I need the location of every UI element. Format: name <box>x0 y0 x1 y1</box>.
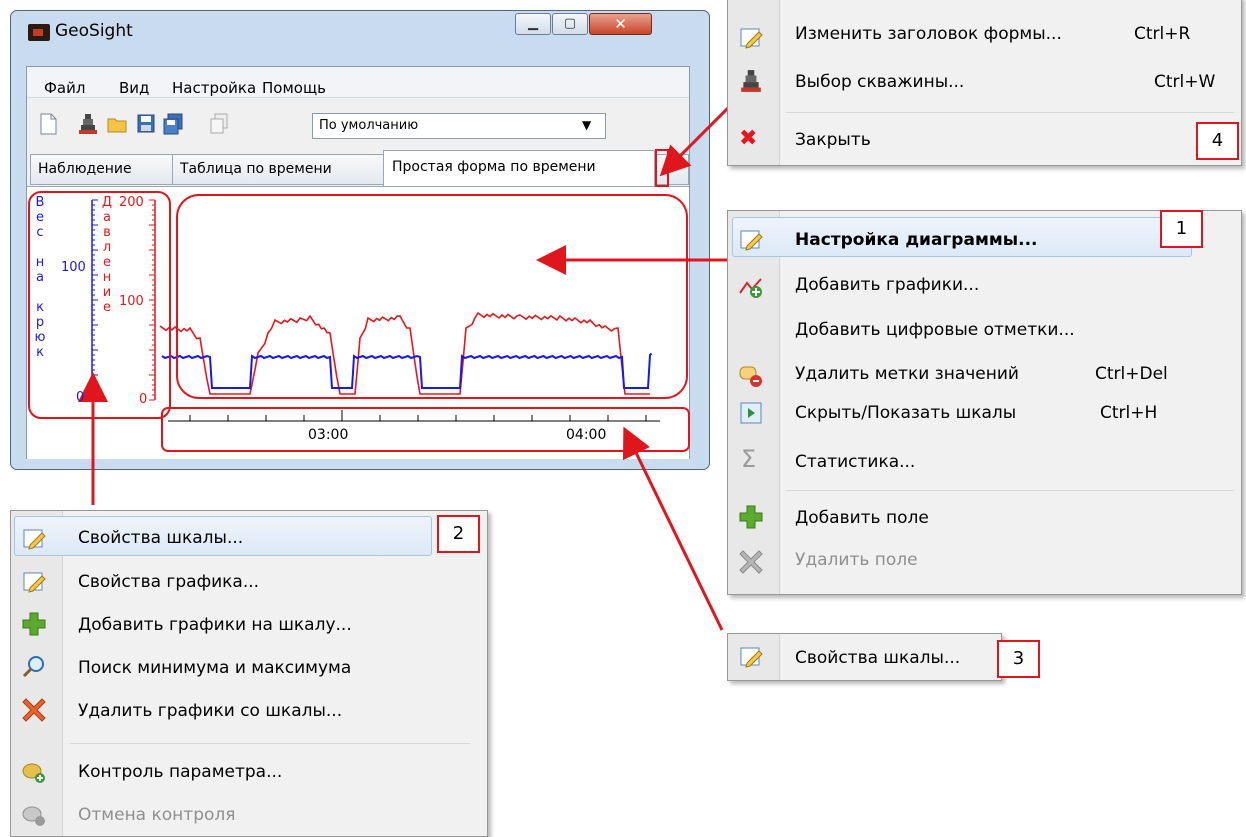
add-graphs-to-scale-icon <box>22 612 46 636</box>
pressure-series-line <box>159 311 650 395</box>
find-min-max-icon <box>22 656 44 678</box>
menu4-separator <box>786 112 1234 113</box>
callout-badge-3: 3 <box>997 640 1040 678</box>
scale-properties-icon <box>740 647 763 668</box>
pressure-tick-200: 200 <box>119 195 144 210</box>
shortcut-toggle-scales: Ctrl+H <box>1100 403 1158 423</box>
menu1-separator <box>786 490 1234 491</box>
menu-item-find-min-max[interactable]: Поиск минимума и максимума <box>78 658 351 678</box>
pressure-scale-label: Давление <box>101 195 113 315</box>
scale-props-icon <box>23 529 46 550</box>
callout-badge-4: 4 <box>1196 122 1239 160</box>
cancel-control-icon <box>22 806 45 826</box>
menu-item-select-well[interactable]: Выбор скважины... <box>795 72 964 92</box>
menu2-separator <box>70 743 470 744</box>
chart-settings-icon <box>740 230 763 251</box>
menu-item-delete-value-marks[interactable]: Удалить метки значений <box>795 364 1019 384</box>
highlight-time-axis <box>161 407 690 452</box>
pressure-scale-ticks <box>149 199 155 401</box>
menu-item-parameter-control[interactable]: Контроль параметра... <box>78 762 282 782</box>
shortcut-well: Ctrl+W <box>1154 72 1216 92</box>
menu-item-graph-properties[interactable]: Свойства графика... <box>78 572 259 592</box>
menu-item-delete-field: Удалить поле <box>795 550 918 570</box>
menu-item-scale-properties[interactable]: Свойства шкалы... <box>78 528 243 548</box>
time-axis-ticks <box>189 410 647 421</box>
well-select-icon <box>741 70 761 92</box>
menu-item-time-scale-properties[interactable]: Свойства шкалы... <box>795 648 960 668</box>
toggle-scales-icon <box>740 402 762 424</box>
edit-title-icon <box>740 28 763 49</box>
menu-item-cancel-control: Отмена контроля <box>78 805 236 825</box>
weight-scale-ticks <box>92 199 98 401</box>
weight-tick-100: 100 <box>61 260 86 275</box>
menu-item-add-digital-marks[interactable]: Добавить цифровые отметки... <box>795 320 1075 340</box>
delete-marks-icon <box>739 366 762 387</box>
menu-item-statistics[interactable]: Статистика... <box>795 452 915 472</box>
time-tick-0300: 03:00 <box>308 427 349 443</box>
weight-tick-0: 0 <box>76 390 85 405</box>
graph-props-icon <box>23 572 46 593</box>
menu-item-rename-form[interactable]: Изменить заголовок формы... <box>795 24 1062 44</box>
menu-item-toggle-scales[interactable]: Скрыть/Показать шкалы <box>795 403 1016 423</box>
time-tick-0400: 04:00 <box>566 427 607 443</box>
delete-field-icon <box>739 550 763 574</box>
menu-item-add-graphs[interactable]: Добавить графики... <box>795 275 979 295</box>
statistics-icon: Σ <box>741 445 757 473</box>
shortcut-rename: Ctrl+R <box>1134 24 1191 44</box>
highlight-plot <box>176 194 688 399</box>
callout-badge-2: 2 <box>437 515 480 553</box>
parameter-control-icon <box>22 763 45 783</box>
close-form-icon: ✖ <box>739 126 758 151</box>
menu-item-add-field[interactable]: Добавить поле <box>795 508 929 528</box>
pressure-tick-100: 100 <box>119 294 144 309</box>
menu-item-add-graphs-to-scale[interactable]: Добавить графики на шкалу... <box>78 615 352 635</box>
arrow-3 <box>622 426 724 631</box>
weight-series-line <box>161 352 653 389</box>
callout-badge-1: 1 <box>1160 210 1203 248</box>
pressure-tick-0: 0 <box>139 392 148 407</box>
menu-item-chart-settings[interactable]: Настройка диаграммы... <box>795 230 1038 250</box>
weight-scale-label: Вес на крюк <box>34 195 46 360</box>
menu-item-remove-graphs[interactable]: Удалить графики со шкалы... <box>78 701 342 721</box>
remove-graphs-icon <box>22 698 46 722</box>
shortcut-delete-marks: Ctrl+Del <box>1095 364 1168 384</box>
menu-item-close[interactable]: Закрыть <box>795 130 871 150</box>
add-field-icon <box>739 505 763 529</box>
add-graphs-icon <box>739 278 762 298</box>
